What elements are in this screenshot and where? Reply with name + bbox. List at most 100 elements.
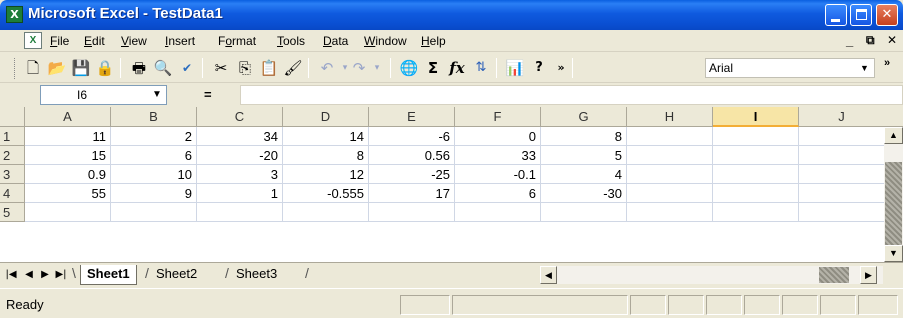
cell-b2[interactable]: 6 [111, 146, 197, 165]
cell-h1[interactable] [627, 127, 713, 146]
sort-ascending-icon[interactable]: ⇅ [470, 57, 492, 79]
maximize-button[interactable] [850, 4, 872, 26]
cell-e4[interactable]: 17 [369, 184, 455, 203]
cell-b3[interactable]: 10 [111, 165, 197, 184]
cell-c5[interactable] [197, 203, 283, 222]
column-header-i[interactable]: I [713, 107, 799, 127]
cell-e5[interactable] [369, 203, 455, 222]
first-sheet-icon[interactable]: |◀ [4, 267, 18, 283]
cell-f1[interactable]: 0 [455, 127, 541, 146]
cell-a3[interactable]: 0.9 [25, 165, 111, 184]
vertical-scrollbar[interactable]: ▲ ▼ [884, 127, 903, 262]
prev-sheet-icon[interactable]: ◀ [22, 267, 36, 283]
cell-j5[interactable] [799, 203, 885, 222]
print-icon[interactable]: 🖶 [128, 57, 150, 79]
cell-d3[interactable]: 12 [283, 165, 369, 184]
close-button[interactable]: ✕ [876, 4, 898, 26]
copy-icon[interactable]: ⎘ [234, 57, 256, 79]
workbook-minimize-button[interactable]: _ [846, 33, 853, 48]
menu-item-file[interactable]: File [50, 34, 69, 48]
more-options-icon[interactable]: » [550, 57, 572, 79]
cell-c3[interactable]: 3 [197, 165, 283, 184]
row-header-5[interactable]: 5 [0, 203, 25, 222]
cell-h2[interactable] [627, 146, 713, 165]
workbook-close-button[interactable]: ✕ [887, 33, 897, 47]
permission-icon[interactable]: 🔒 [94, 57, 116, 79]
column-header-b[interactable]: B [111, 107, 197, 127]
column-header-e[interactable]: E [369, 107, 455, 127]
cell-d2[interactable]: 8 [283, 146, 369, 165]
cell-a4[interactable]: 55 [25, 184, 111, 203]
cell-i2[interactable] [713, 146, 799, 165]
cell-g1[interactable]: 8 [541, 127, 627, 146]
menu-item-data[interactable]: Data [323, 34, 348, 48]
format-painter-icon[interactable]: 🖌 [282, 57, 304, 79]
cell-b4[interactable]: 9 [111, 184, 197, 203]
cut-icon[interactable]: ✂ [210, 57, 232, 79]
horizontal-scrollbar[interactable]: ◀ ▶ [540, 266, 883, 284]
workbook-restore-button[interactable]: ⧉ [866, 33, 875, 48]
last-sheet-icon[interactable]: ▶| [54, 267, 68, 283]
cell-f4[interactable]: 6 [455, 184, 541, 203]
cell-e1[interactable]: -6 [369, 127, 455, 146]
cell-b5[interactable] [111, 203, 197, 222]
new-icon[interactable]: 🗋 [22, 57, 44, 79]
cell-h5[interactable] [627, 203, 713, 222]
chevron-down-icon[interactable]: ▼ [148, 86, 166, 104]
select-all-button[interactable] [0, 107, 25, 127]
paste-icon[interactable]: 📋 [258, 57, 280, 79]
spelling-icon[interactable]: ✔ [176, 57, 198, 79]
column-header-h[interactable]: H [627, 107, 713, 127]
row-header-4[interactable]: 4 [0, 184, 25, 203]
cell-c2[interactable]: -20 [197, 146, 283, 165]
cell-a2[interactable]: 15 [25, 146, 111, 165]
menu-item-help[interactable]: Help [421, 34, 446, 48]
column-header-d[interactable]: D [283, 107, 369, 127]
cell-i5[interactable] [713, 203, 799, 222]
tab-sheet3[interactable]: Sheet3 [230, 265, 283, 285]
print-preview-icon[interactable]: 🔍 [152, 57, 174, 79]
cell-f5[interactable] [455, 203, 541, 222]
cell-c4[interactable]: 1 [197, 184, 283, 203]
row-header-3[interactable]: 3 [0, 165, 25, 184]
formula-equals-button[interactable]: = [204, 87, 212, 102]
cell-a5[interactable] [25, 203, 111, 222]
scroll-up-icon[interactable]: ▲ [884, 127, 903, 144]
scroll-right-icon[interactable]: ▶ [860, 266, 877, 284]
cell-f2[interactable]: 33 [455, 146, 541, 165]
chevron-down-icon[interactable]: ▼ [857, 60, 872, 76]
cell-a1[interactable]: 11 [25, 127, 111, 146]
menu-item-edit[interactable]: Edit [84, 34, 105, 48]
toolbar-grip[interactable] [14, 58, 17, 79]
menu-item-view[interactable]: View [121, 34, 147, 48]
name-box[interactable]: I6 ▼ [40, 85, 167, 105]
autosum-icon[interactable]: Σ [422, 57, 444, 79]
column-header-c[interactable]: C [197, 107, 283, 127]
function-icon[interactable]: fx [446, 57, 468, 79]
cell-i4[interactable] [713, 184, 799, 203]
workbook-icon[interactable]: X [24, 32, 42, 49]
horizontal-scroll-thumb[interactable] [819, 267, 849, 283]
cell-g2[interactable]: 5 [541, 146, 627, 165]
cell-g4[interactable]: -30 [541, 184, 627, 203]
help-icon[interactable]: ? [528, 57, 550, 79]
scroll-left-icon[interactable]: ◀ [540, 266, 557, 284]
cell-h4[interactable] [627, 184, 713, 203]
cell-i3[interactable] [713, 165, 799, 184]
cell-j2[interactable] [799, 146, 885, 165]
menu-item-insert[interactable]: Insert [165, 34, 195, 48]
row-header-1[interactable]: 1 [0, 127, 25, 146]
column-header-f[interactable]: F [455, 107, 541, 127]
cell-i1[interactable] [713, 127, 799, 146]
formula-input[interactable] [240, 85, 903, 105]
vertical-split-box[interactable] [884, 107, 903, 127]
tab-sheet1[interactable]: Sheet1 [80, 265, 137, 285]
column-header-a[interactable]: A [25, 107, 111, 127]
chart-wizard-icon[interactable]: 📊 [504, 57, 526, 79]
row-header-2[interactable]: 2 [0, 146, 25, 165]
menu-item-tools[interactable]: Tools [277, 34, 305, 48]
tab-sheet2[interactable]: Sheet2 [150, 265, 203, 285]
hyperlink-icon[interactable]: 🌐 [398, 57, 420, 79]
cell-h3[interactable] [627, 165, 713, 184]
cell-c1[interactable]: 34 [197, 127, 283, 146]
